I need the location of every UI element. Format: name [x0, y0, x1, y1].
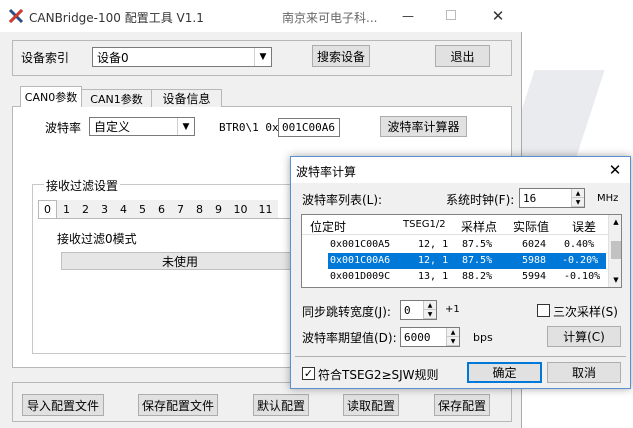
- save-config-button[interactable]: 保存配置: [434, 394, 490, 416]
- filter-tab-5[interactable]: 5: [133, 200, 152, 218]
- window-title: CANBridge-100 配置工具 V1.1: [29, 11, 204, 25]
- maximize-icon[interactable]: [446, 10, 456, 20]
- filter-mode-value: 未使用: [161, 254, 198, 269]
- list-scrollbar[interactable]: ▲ ▼: [608, 215, 621, 287]
- baud-rate-value: 自定义: [94, 120, 131, 134]
- exit-button[interactable]: 退出: [435, 45, 490, 67]
- sjw-label: 同步跳转宽度(J):: [302, 305, 391, 319]
- device-select-value: 设备0: [97, 50, 129, 65]
- calculate-button[interactable]: 计算(C): [547, 326, 621, 347]
- scroll-thumb[interactable]: [611, 241, 621, 259]
- dialog-title: 波特率计算: [296, 165, 357, 179]
- company-name: 南京来可电子科...: [282, 11, 378, 25]
- expected-value: 6000: [404, 330, 431, 344]
- dialog-close-icon[interactable]: ✕: [605, 160, 625, 180]
- btr-input[interactable]: 001C00A6: [278, 118, 340, 137]
- expected-label: 波特率期望值(D):: [302, 331, 397, 345]
- clock-label: 系统时钟(F):: [446, 193, 515, 207]
- scroll-up-icon[interactable]: ▲: [609, 215, 621, 229]
- chevron-down-icon[interactable]: ▼: [177, 118, 194, 135]
- read-config-button[interactable]: 读取配置: [343, 394, 399, 416]
- filter-tab-3[interactable]: 3: [95, 200, 114, 218]
- spin-up-icon[interactable]: ▲: [572, 189, 584, 198]
- col-timing[interactable]: 位定时: [310, 218, 346, 235]
- col-tseg[interactable]: TSEG1/2: [403, 219, 446, 230]
- filter-tabs: 0 1 2 3 4 5 6 7 8 9 10 11: [38, 200, 300, 218]
- col-sample[interactable]: 采样点: [461, 218, 497, 235]
- clock-value: 16: [523, 191, 537, 205]
- default-config-button[interactable]: 默认配置: [253, 394, 309, 416]
- triple-sample-label: 三次采样(S): [553, 305, 618, 319]
- filter-tab-10[interactable]: 10: [228, 200, 253, 218]
- baud-rate-label: 波特率: [45, 121, 82, 135]
- filter-tab-7[interactable]: 7: [171, 200, 190, 218]
- sjw-suffix: +1: [445, 304, 460, 315]
- spin-down-icon[interactable]: ▼: [447, 337, 459, 346]
- save-config-file-button[interactable]: 保存配置文件: [138, 394, 218, 416]
- table-row[interactable]: 0x001D009C 13, 1 88.2% 5994 -0.10%: [302, 269, 608, 285]
- close-icon[interactable]: ✕: [490, 6, 506, 26]
- filter-tab-11[interactable]: 11: [253, 200, 278, 218]
- tab-device-info-label: 设备信息: [162, 92, 211, 106]
- ok-button[interactable]: 确定: [467, 362, 542, 383]
- sjw-value: 0: [404, 303, 411, 317]
- filter-mode-label: 接收过滤0模式: [57, 232, 137, 246]
- spin-up-icon[interactable]: ▲: [447, 328, 459, 337]
- spin-down-icon[interactable]: ▼: [424, 310, 436, 319]
- triple-sample-checkbox[interactable]: [537, 304, 550, 317]
- title-bar: CANBridge-100 配置工具 V1.1 南京来可电子科... — ✕: [0, 0, 522, 32]
- clock-spinner[interactable]: ▲ ▼: [571, 189, 584, 207]
- dialog-divider: [295, 356, 626, 357]
- expected-spinner[interactable]: ▲ ▼: [446, 328, 459, 346]
- baud-rate-list[interactable]: 位定时 TSEG1/2 采样点 实际值 误差 0x001C00A5 12, 1 …: [301, 214, 622, 288]
- search-device-button[interactable]: 搜索设备: [312, 45, 370, 67]
- filter-group-label: 接收过滤设置: [44, 177, 121, 194]
- device-select[interactable]: 设备0 ▼: [92, 47, 272, 67]
- import-config-button[interactable]: 导入配置文件: [22, 394, 104, 416]
- tab-can0[interactable]: CAN0参数: [20, 86, 82, 107]
- col-actual[interactable]: 实际值: [513, 218, 549, 235]
- filter-tab-9[interactable]: 9: [209, 200, 228, 218]
- filter-tab-1[interactable]: 1: [57, 200, 76, 218]
- col-error[interactable]: 误差: [572, 218, 596, 235]
- tab-device-info[interactable]: 设备信息: [152, 89, 222, 107]
- rule-checkbox[interactable]: ✓: [302, 367, 315, 380]
- baud-rate-select[interactable]: 自定义 ▼: [89, 117, 195, 136]
- filter-tab-0[interactable]: 0: [38, 200, 57, 218]
- filter-tab-4[interactable]: 4: [114, 200, 133, 218]
- device-index-label: 设备索引: [21, 51, 70, 65]
- cancel-button[interactable]: 取消: [547, 362, 621, 383]
- tab-can1[interactable]: CAN1参数: [82, 89, 152, 107]
- baud-calc-dialog: 波特率计算 ✕ 波特率列表(L): 系统时钟(F): 16 ▲ ▼ MHz 位定时…: [290, 156, 631, 389]
- baud-calc-button[interactable]: 波特率计算器: [380, 116, 467, 137]
- rule-label: 符合TSEG2≥SJW规则: [318, 368, 439, 382]
- scroll-down-icon[interactable]: ▼: [609, 273, 621, 287]
- list-label: 波特率列表(L):: [302, 193, 383, 207]
- spin-up-icon[interactable]: ▲: [424, 301, 436, 310]
- filter-tab-6[interactable]: 6: [152, 200, 171, 218]
- filter-mode-field[interactable]: 未使用: [61, 252, 299, 270]
- table-row-selected[interactable]: 0x001C00A6 12, 1 87.5% 5988 -0.20%: [328, 253, 606, 269]
- table-row[interactable]: 0x001C00A5 12, 1 87.5% 6024 0.40%: [302, 237, 608, 253]
- sjw-spinner[interactable]: ▲ ▼: [423, 301, 436, 319]
- btr-label: BTR0\1 0x: [219, 121, 279, 134]
- tab-can0-label: CAN0参数: [24, 91, 78, 104]
- spin-down-icon[interactable]: ▼: [572, 198, 584, 207]
- app-icon: [8, 8, 24, 24]
- list-header: 位定时 TSEG1/2 采样点 实际值 误差: [302, 215, 608, 235]
- minimize-icon[interactable]: —: [400, 6, 416, 26]
- filter-tab-8[interactable]: 8: [190, 200, 209, 218]
- clock-unit: MHz: [597, 193, 619, 204]
- filter-tab-2[interactable]: 2: [76, 200, 95, 218]
- expected-unit: bps: [473, 331, 493, 344]
- tab-can1-label: CAN1参数: [90, 92, 143, 106]
- chevron-down-icon[interactable]: ▼: [254, 48, 271, 66]
